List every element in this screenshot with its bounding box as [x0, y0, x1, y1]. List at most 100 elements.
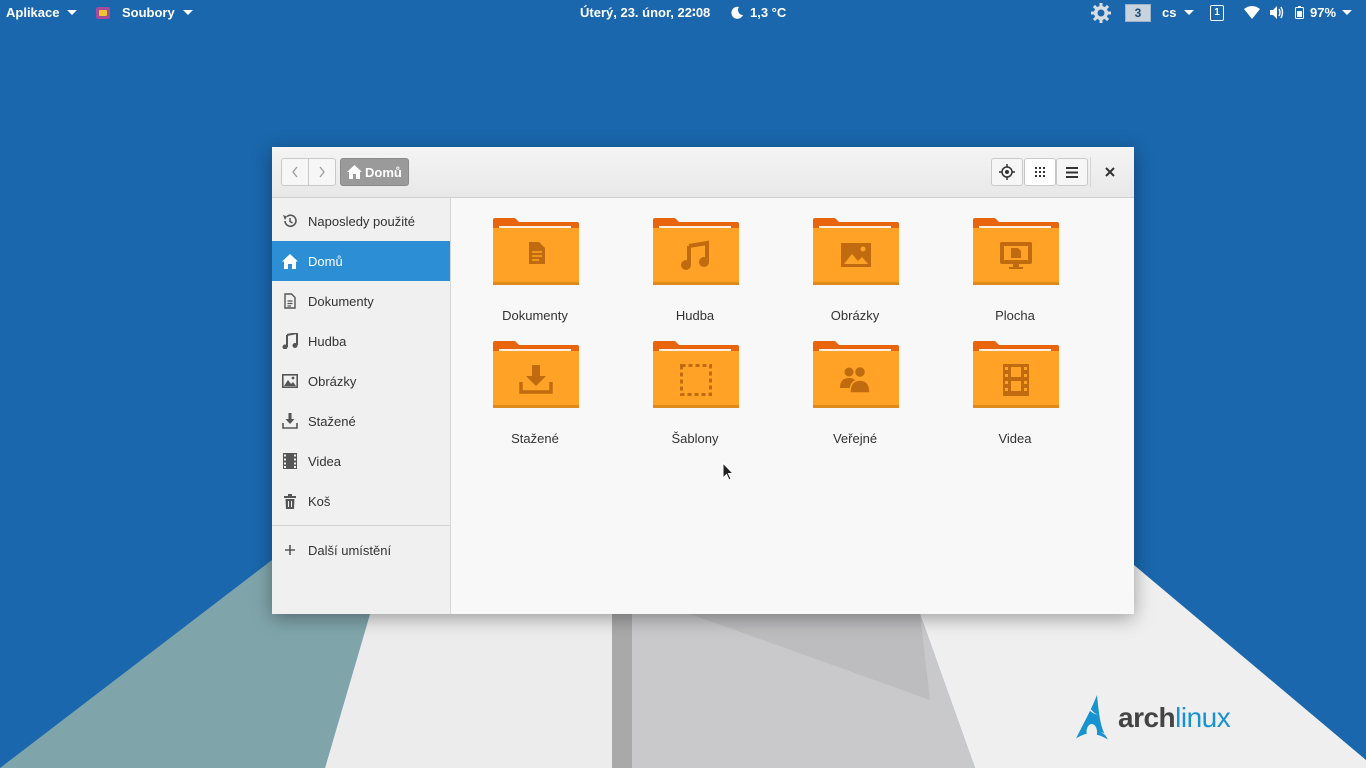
close-button[interactable] [1098, 160, 1122, 184]
video-icon [282, 453, 298, 469]
home-icon [282, 253, 298, 269]
files-app-menu-label: Soubory [122, 5, 175, 20]
pictures-folder-icon [813, 218, 899, 285]
grid-view-button[interactable] [1024, 158, 1056, 186]
battery-icon [1295, 6, 1304, 19]
files-app-menu[interactable]: Soubory [96, 0, 193, 25]
chevron-left-icon [292, 166, 298, 178]
location-button-wrap [991, 158, 1023, 186]
folder-item[interactable]: Dokumenty [485, 216, 585, 326]
document-icon [282, 293, 298, 309]
sidebar-item-label: Domů [308, 253, 343, 269]
folder-item[interactable]: Hudba [645, 216, 745, 326]
folder-label: Veřejné [832, 431, 878, 446]
arch-logo-text-arch: arch [1118, 702, 1176, 733]
workspace-number: 3 [1125, 3, 1151, 22]
public-folder-icon [813, 341, 899, 408]
chevron-down-icon [1184, 10, 1195, 15]
headerbar-separator [1090, 157, 1091, 187]
folder-item[interactable]: Obrázky [805, 216, 905, 326]
sidebar-item-music[interactable]: Hudba [272, 321, 450, 361]
arch-logo-text-linux: linux [1175, 702, 1231, 733]
gear-icon [1091, 2, 1111, 23]
sidebar-item-trash[interactable]: Koš [272, 481, 450, 521]
applications-menu[interactable]: Aplikace [6, 0, 78, 25]
videos-folder-icon [973, 341, 1059, 408]
arch-logo-icon [1076, 695, 1108, 740]
path-bar-label: Domů [365, 164, 402, 180]
system-menu[interactable]: 97% [1244, 0, 1353, 25]
folder-grid: Dokumenty Hudba Obrázky Plocha Stažené Š… [451, 198, 1134, 614]
trash-icon [282, 493, 298, 509]
image-icon [282, 373, 298, 389]
folder-label: Videa [998, 431, 1032, 446]
close-icon [1105, 167, 1115, 177]
navigation-buttons [281, 158, 336, 186]
menu-button-wrap [1056, 158, 1088, 186]
workspace-indicator[interactable]: 3 [1125, 0, 1151, 25]
folder-item[interactable]: Stažené [485, 339, 585, 449]
document-folder-icon [493, 218, 579, 285]
chevron-down-icon [67, 10, 78, 15]
folder-label: Obrázky [830, 308, 880, 323]
music-icon [282, 333, 298, 349]
path-bar-home[interactable]: Domů [340, 158, 409, 186]
download-icon [282, 413, 298, 429]
sidebar-item-videos[interactable]: Videa [272, 441, 450, 481]
volume-icon [1270, 6, 1284, 19]
folder-item[interactable]: Videa [965, 339, 1065, 449]
sidebar-item-documents[interactable]: Dokumenty [272, 281, 450, 321]
hamburger-menu-icon [1066, 166, 1078, 178]
sidebar-item-label: Další umístění [308, 542, 392, 558]
wifi-icon [1244, 6, 1260, 19]
sidebar-item-label: Videa [308, 453, 342, 469]
sidebar-item-home[interactable]: Domů [272, 241, 450, 281]
keyboard-layout-label: cs [1162, 5, 1177, 20]
files-window: Domů Naposledy použité Domů Dokumenty Hu… [272, 147, 1134, 614]
applications-menu-label: Aplikace [6, 5, 60, 20]
desktop-folder-icon [973, 218, 1059, 285]
view-grid-wrap [1024, 158, 1056, 186]
sidebar-item-label: Naposledy použité [308, 213, 415, 229]
sidebar-item-label: Koš [308, 493, 331, 509]
settings-indicator[interactable] [1090, 0, 1112, 25]
sidebar-separator [272, 525, 450, 526]
keyboard-layout-menu[interactable]: cs [1162, 0, 1195, 25]
downloads-folder-icon [493, 341, 579, 408]
location-button[interactable] [991, 158, 1023, 186]
folder-item[interactable]: Veřejné [805, 339, 905, 449]
window-headerbar: Domů [272, 147, 1134, 198]
chevron-right-icon [319, 166, 325, 178]
chevron-down-icon [182, 10, 193, 15]
clock[interactable]: Úterý, 23. únor, 22∶08 [580, 0, 710, 25]
sidebar-item-label: Stažené [308, 413, 356, 429]
back-button[interactable] [281, 158, 309, 186]
places-sidebar: Naposledy použité Domů Dokumenty Hudba O… [272, 198, 451, 614]
history-icon [282, 213, 298, 229]
clock-label: Úterý, 23. únor, 22∶08 [580, 5, 711, 20]
weather-indicator[interactable]: 1,3 °C [730, 0, 786, 25]
sidebar-item-pictures[interactable]: Obrázky [272, 361, 450, 401]
sidebar-item-label: Hudba [308, 333, 347, 349]
sidebar-item-recent[interactable]: Naposledy použité [272, 201, 450, 241]
folder-label: Stažené [511, 431, 559, 446]
home-icon [347, 165, 362, 179]
sidebar-item-other-locations[interactable]: Další umístění [272, 530, 450, 570]
folder-item[interactable]: Plocha [965, 216, 1065, 326]
folder-label: Dokumenty [502, 308, 568, 323]
keyboard-indicator[interactable]: 1 [1210, 0, 1224, 25]
menu-button[interactable] [1056, 158, 1088, 186]
sidebar-item-downloads[interactable]: Stažené [272, 401, 450, 441]
keyboard-indicator-badge: 1 [1210, 4, 1224, 21]
music-folder-icon [653, 218, 739, 285]
chevron-down-icon [1342, 10, 1353, 15]
top-bar: Aplikace Soubory Úterý, 23. únor, 22∶08 … [0, 0, 1366, 25]
mouse-pointer-icon [722, 462, 734, 481]
plus-icon [282, 542, 298, 558]
crosshair-icon [999, 164, 1015, 180]
moon-icon [731, 6, 743, 19]
folder-item[interactable]: Šablony [645, 339, 745, 449]
forward-button[interactable] [309, 158, 336, 186]
sidebar-item-label: Obrázky [308, 373, 357, 389]
folder-label: Plocha [995, 308, 1035, 323]
